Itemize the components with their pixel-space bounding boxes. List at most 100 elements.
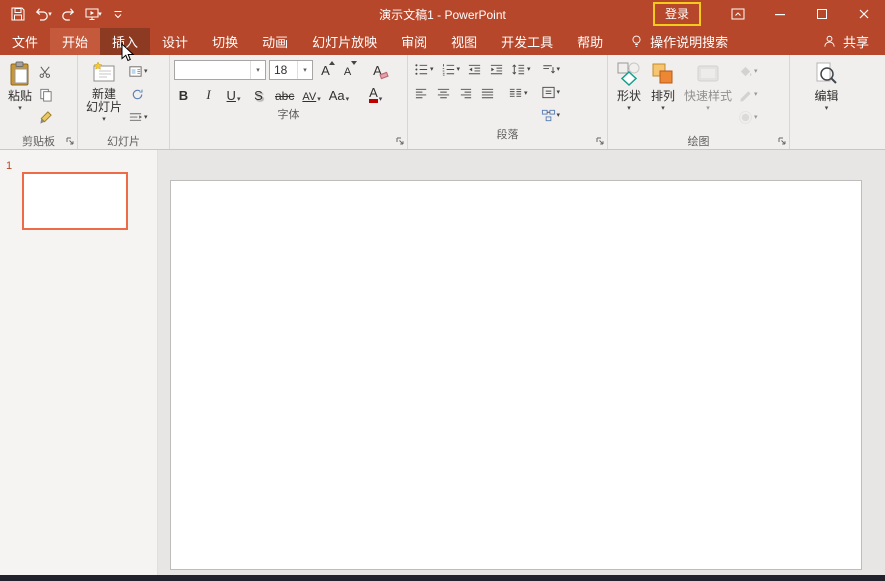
decrease-indent-button[interactable]: [465, 59, 484, 79]
tell-me-search[interactable]: 操作说明搜索: [619, 28, 738, 55]
section-button[interactable]: ▾: [126, 107, 150, 127]
columns-icon: [508, 86, 523, 101]
quick-styles-button[interactable]: 快速样式 ▾: [680, 59, 736, 132]
font-name-value: [175, 61, 250, 79]
convert-to-smartart-button[interactable]: ▾: [539, 105, 563, 125]
shape-outline-button[interactable]: ▾: [736, 84, 760, 104]
align-left-button[interactable]: [412, 83, 431, 103]
indent-increase-icon: [489, 62, 504, 77]
align-right-button[interactable]: [456, 83, 475, 103]
align-text-button[interactable]: ▾: [539, 82, 563, 102]
minimize-button[interactable]: [759, 0, 801, 28]
close-icon: [856, 6, 872, 22]
shape-effects-button[interactable]: ▾: [736, 107, 760, 127]
bulb-icon: [629, 34, 644, 49]
indent-decrease-icon: [467, 62, 482, 77]
shapes-button[interactable]: 形状 ▾: [612, 59, 646, 132]
undo-button[interactable]: ▾: [31, 2, 55, 26]
format-painter-button[interactable]: [36, 107, 55, 127]
dropdown-icon: ▾: [48, 11, 52, 18]
dropdown-icon: ▾: [345, 96, 350, 103]
font-color-button[interactable]: A ▾: [366, 84, 385, 105]
dialog-launcher-icon[interactable]: [394, 135, 405, 146]
increase-indent-button[interactable]: [487, 59, 506, 79]
cut-button[interactable]: [36, 61, 55, 81]
strikethrough-button[interactable]: abc: [274, 84, 295, 105]
dialog-launcher-icon[interactable]: [594, 135, 605, 146]
group-font: ▾ 18 ▾ A A A B I U ▾ S abc AV ▾ Aa ▾ A ▾…: [170, 55, 408, 149]
save-button[interactable]: [6, 2, 30, 26]
shrink-font-button[interactable]: A: [338, 59, 357, 80]
dropdown-icon: ▾: [456, 66, 461, 73]
close-button[interactable]: [843, 0, 885, 28]
reset-slide-button[interactable]: [126, 84, 150, 104]
slide-canvas[interactable]: [170, 180, 862, 570]
tab-animations[interactable]: 动画: [250, 28, 300, 55]
cut-icon: [38, 64, 53, 79]
tab-design[interactable]: 设计: [150, 28, 200, 55]
tab-help[interactable]: 帮助: [565, 28, 615, 55]
redo-button[interactable]: [56, 2, 80, 26]
justify-icon: [480, 86, 495, 101]
dialog-launcher-icon[interactable]: [776, 135, 787, 146]
tab-review[interactable]: 审阅: [389, 28, 439, 55]
justify-button[interactable]: [478, 83, 497, 103]
text-direction-button[interactable]: ▾: [539, 59, 563, 79]
text-shadow-button[interactable]: S: [249, 84, 268, 105]
tab-insert[interactable]: 插入: [100, 28, 151, 55]
editing-button[interactable]: 编辑 ▾: [810, 59, 842, 132]
arrange-icon: [650, 61, 676, 87]
ribbon: 粘贴 ▾ 剪贴板 新建 幻灯片 ▾ ▾ ▾ 幻灯片 ▾ 18 ▾ A A A B…: [0, 55, 885, 150]
line-spacing-button[interactable]: ▾: [509, 59, 533, 79]
copy-button[interactable]: [36, 84, 55, 104]
group-label-paragraph: 段落: [496, 128, 519, 141]
font-color-icon: A: [369, 86, 378, 103]
maximize-button[interactable]: [801, 0, 843, 28]
font-name-combo[interactable]: ▾: [174, 59, 266, 80]
layout-button[interactable]: ▾: [126, 61, 150, 81]
clear-format-icon: [379, 71, 389, 80]
grow-font-button[interactable]: A: [316, 59, 335, 80]
bullets-button[interactable]: ▾: [412, 59, 436, 79]
dropdown-icon: ▾: [556, 66, 561, 73]
tab-slideshow[interactable]: 幻灯片放映: [300, 28, 389, 55]
slide-number: 1: [6, 160, 13, 172]
person-icon: [822, 34, 837, 49]
tab-view[interactable]: 视图: [439, 28, 489, 55]
align-right-icon: [458, 86, 473, 101]
align-left-icon: [414, 86, 429, 101]
align-center-icon: [436, 86, 451, 101]
character-spacing-button[interactable]: AV ▾: [301, 84, 321, 105]
shape-fill-button[interactable]: ▾: [736, 61, 760, 81]
customize-qat-button[interactable]: [106, 2, 130, 26]
clear-formatting-button[interactable]: A: [368, 59, 389, 80]
start-slideshow-button[interactable]: ▾: [81, 2, 105, 26]
login-button[interactable]: 登录: [652, 2, 701, 26]
arrange-button[interactable]: 排列 ▾: [646, 59, 680, 132]
columns-button[interactable]: ▾: [506, 83, 530, 103]
tab-home[interactable]: 开始: [50, 28, 101, 55]
numbering-button[interactable]: ▾: [439, 59, 463, 79]
dialog-launcher-icon[interactable]: [64, 135, 75, 146]
title-bar: ▾ ▾ 演示文稿1 - PowerPoint 登录: [0, 0, 885, 28]
tab-file[interactable]: 文件: [0, 28, 50, 55]
font-size-combo[interactable]: 18 ▾: [269, 59, 313, 80]
underline-button[interactable]: U ▾: [224, 84, 243, 105]
slide-thumbnail-selected[interactable]: [22, 172, 128, 230]
align-center-button[interactable]: [434, 83, 453, 103]
ribbon-display-options-button[interactable]: [717, 0, 759, 28]
share-label: 共享: [842, 35, 869, 50]
new-slide-button[interactable]: 新建 幻灯片 ▾: [82, 59, 126, 132]
paste-button[interactable]: 粘贴 ▾: [4, 59, 36, 132]
dropdown-icon: ▾: [627, 105, 631, 112]
tab-transitions[interactable]: 切换: [200, 28, 250, 55]
redo-icon: [60, 6, 76, 22]
dropdown-icon: ▾: [556, 112, 561, 119]
italic-button[interactable]: I: [199, 84, 218, 105]
change-case-button[interactable]: Aa ▾: [328, 84, 350, 105]
quick-styles-icon: [695, 61, 721, 87]
tab-developer[interactable]: 开发工具: [489, 28, 565, 55]
group-label-drawing: 绘图: [687, 135, 710, 148]
bold-button[interactable]: B: [174, 84, 193, 105]
share-button[interactable]: 共享: [806, 28, 885, 55]
